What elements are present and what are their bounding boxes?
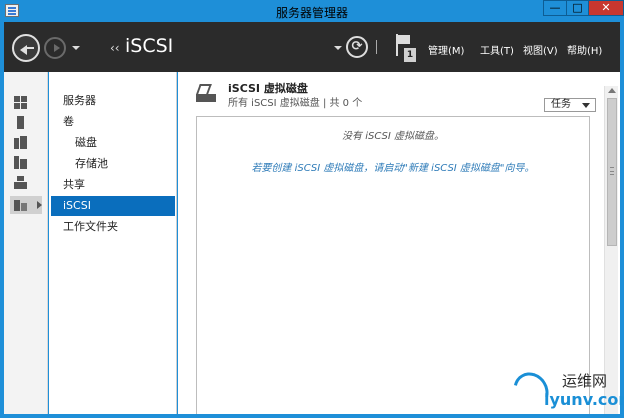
minimize-button[interactable]: — bbox=[543, 0, 567, 16]
title-bar: 服务器管理器 — □ ✕ bbox=[0, 0, 624, 22]
scroll-up-arrow-icon[interactable] bbox=[608, 88, 616, 93]
all-servers-icon bbox=[14, 136, 27, 149]
maximize-button[interactable]: □ bbox=[566, 0, 589, 16]
empty-list-message: 没有 iSCSI 虚拟磁盘。 bbox=[342, 131, 444, 142]
nav-item-work-folders[interactable]: 工作文件夹 bbox=[51, 217, 175, 237]
window-title: 服务器管理器 bbox=[275, 6, 348, 20]
nav-panel: 服务器 卷 磁盘 存储池 共享 iSCSI 工作文件夹 bbox=[49, 72, 177, 414]
disk-top bbox=[196, 84, 212, 94]
menu-manage[interactable]: 管理(M) bbox=[428, 42, 464, 57]
flag-cloth bbox=[398, 35, 410, 44]
local-server-icon bbox=[14, 116, 27, 129]
nav-item-storage-pools[interactable]: 存储池 bbox=[51, 154, 175, 174]
nav-item-servers[interactable]: 服务器 bbox=[51, 91, 175, 111]
icon-rail bbox=[4, 72, 48, 414]
nav-item-disks[interactable]: 磁盘 bbox=[51, 133, 175, 153]
iis-icon bbox=[14, 176, 27, 189]
nav-item-iscsi[interactable]: iSCSI bbox=[51, 196, 175, 216]
menu-help[interactable]: 帮助(H) bbox=[567, 42, 602, 57]
notifications-flag-icon[interactable]: 1 bbox=[394, 34, 420, 64]
tile-subtitle: 所有 iSCSI 虚拟磁盘 | 共 0 个 bbox=[228, 98, 363, 109]
forward-arrow-icon[interactable] bbox=[44, 37, 66, 59]
menu-view[interactable]: 视图(V) bbox=[523, 42, 558, 57]
server-manager-window: 服务器管理器 — □ ✕ ‹‹ iSCSI ⟳ 1 管理(M) 工具(T) 视图… bbox=[0, 0, 624, 418]
expand-arrow-icon bbox=[37, 201, 42, 209]
menu-tools[interactable]: 工具(T) bbox=[480, 42, 514, 57]
page-title: iSCSI bbox=[125, 35, 174, 57]
back-arrow-icon[interactable] bbox=[12, 34, 40, 62]
history-dropdown-icon[interactable] bbox=[72, 46, 80, 50]
header-divider bbox=[376, 40, 377, 54]
close-button[interactable]: ✕ bbox=[588, 0, 624, 16]
rail-item-iis[interactable] bbox=[10, 174, 42, 192]
file-services-icon bbox=[14, 156, 27, 169]
storage-services-icon bbox=[14, 198, 27, 211]
watermark-cn-text: 运维网 bbox=[562, 372, 608, 390]
breadcrumb-separator: ‹‹ bbox=[110, 41, 120, 55]
refresh-dropdown-icon[interactable] bbox=[334, 46, 342, 50]
content-pane: iSCSI 虚拟磁盘 所有 iSCSI 虚拟磁盘 | 共 0 个 任务 没有 i… bbox=[178, 72, 620, 414]
virtual-disk-icon bbox=[196, 84, 216, 104]
nav-item-shares[interactable]: 共享 bbox=[51, 175, 175, 195]
disk-body bbox=[196, 94, 216, 102]
scroll-thumb[interactable] bbox=[607, 98, 617, 246]
dashboard-icon bbox=[14, 96, 27, 109]
rail-item-dashboard[interactable] bbox=[10, 94, 42, 112]
tasks-dropdown-button[interactable]: 任务 bbox=[544, 98, 596, 112]
rail-item-local-server[interactable] bbox=[10, 114, 42, 132]
nav-item-volumes[interactable]: 卷 bbox=[51, 112, 175, 132]
notification-count-badge: 1 bbox=[404, 48, 416, 62]
header-bar: ‹‹ iSCSI ⟳ 1 管理(M) 工具(T) 视图(V) 帮助(H) bbox=[4, 22, 620, 72]
refresh-icon[interactable]: ⟳ bbox=[346, 36, 368, 58]
rail-item-storage-services[interactable] bbox=[10, 196, 42, 214]
scroll-grip-icon bbox=[610, 167, 614, 175]
watermark-en-text: iyunv.com bbox=[544, 390, 624, 409]
tile-header: iSCSI 虚拟磁盘 所有 iSCSI 虚拟磁盘 | 共 0 个 任务 bbox=[192, 78, 612, 114]
rail-item-all-servers[interactable] bbox=[10, 134, 42, 152]
rail-item-file-services[interactable] bbox=[10, 154, 42, 172]
new-virtual-disk-wizard-link[interactable]: 若要创建 iSCSI 虚拟磁盘，请启动"新建 iSCSI 虚拟磁盘"向导。 bbox=[197, 159, 589, 174]
watermark-logo: 运维网 iyunv.com bbox=[506, 364, 624, 416]
